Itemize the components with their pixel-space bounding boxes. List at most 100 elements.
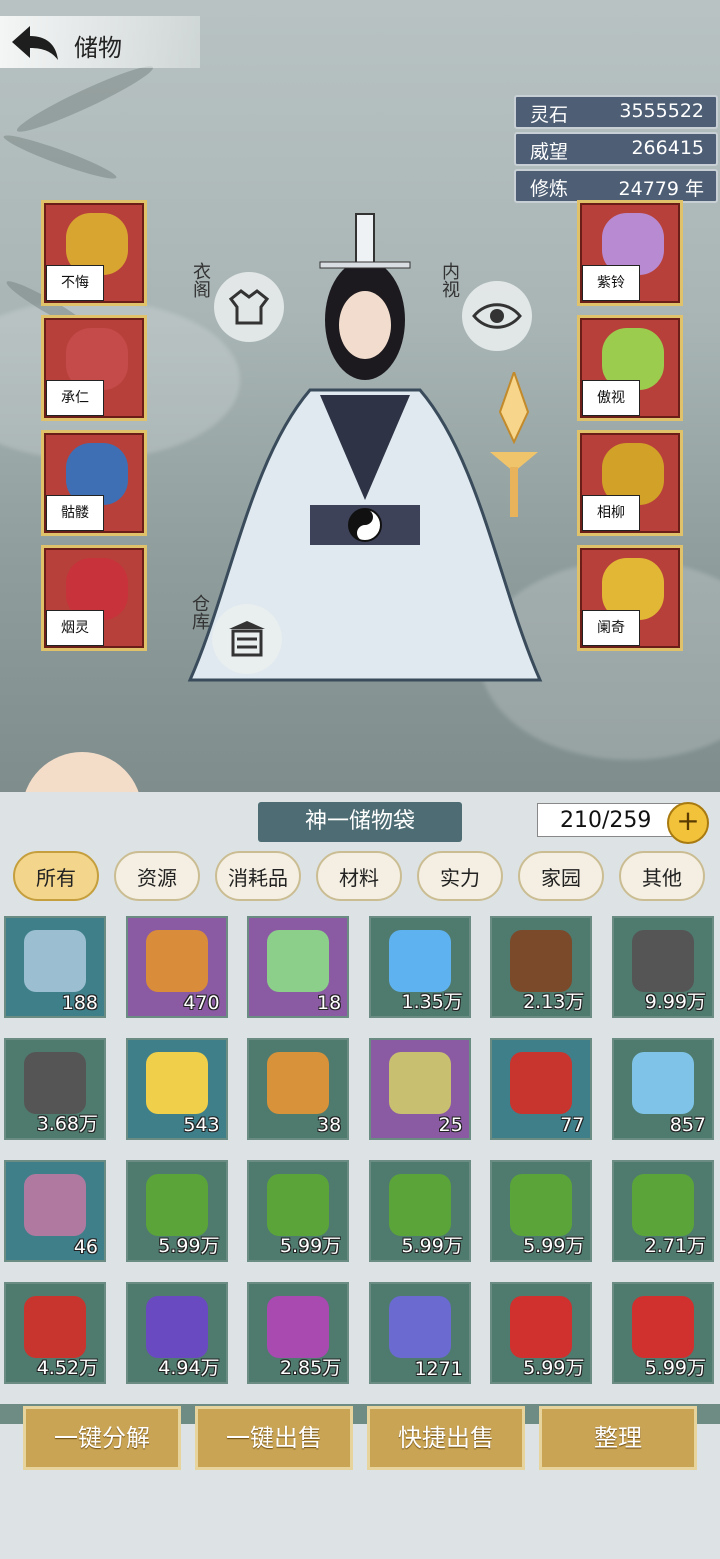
inventory-item[interactable]: 470 (125, 916, 228, 1018)
root-icon (510, 930, 573, 992)
insect-icon (388, 1052, 451, 1114)
inventory-item[interactable]: 3.68万 (4, 1038, 106, 1140)
item-count: 25 (438, 1114, 463, 1136)
item-count: 18 (317, 992, 342, 1014)
wardrobe-label: 衣阁 (190, 262, 211, 298)
inner-view-label: 内视 (439, 262, 460, 298)
wardrobe-button[interactable] (214, 272, 284, 342)
inventory-item[interactable]: 5.99万 (368, 1160, 471, 1262)
equip-slot-ring-2[interactable]: 相柳 (577, 430, 683, 536)
inventory-item[interactable]: 4.52万 (4, 1282, 106, 1384)
pink-flower-icon (267, 1296, 330, 1358)
herb-icon (510, 1174, 573, 1236)
item-count: 5.99万 (279, 1235, 342, 1257)
inventory-item[interactable]: 5.99万 (490, 1282, 593, 1384)
tab-other[interactable]: 其他 (619, 851, 705, 901)
equip-seal: 承仁 (46, 380, 104, 416)
quick-sell-button[interactable]: 快捷出售 (367, 1406, 525, 1470)
item-count: 188 (61, 992, 98, 1014)
equip-slot-amulet[interactable]: 阑奇 (577, 545, 683, 651)
ice-crystal-icon (632, 1052, 694, 1114)
bulk-sell-button[interactable]: 一键出售 (195, 1406, 353, 1470)
equip-slot-weapon[interactable]: 不悔 (41, 200, 147, 306)
inventory-item[interactable]: 2.85万 (247, 1282, 350, 1384)
star-orb-icon (145, 1052, 208, 1114)
purple-flower-icon (145, 1296, 208, 1358)
equip-slot-feet[interactable]: 烟灵 (41, 545, 147, 651)
equip-slot-head[interactable]: 承仁 (41, 315, 147, 421)
inventory-item[interactable]: 5.99万 (612, 1282, 714, 1384)
item-count: 5.99万 (523, 1357, 585, 1379)
inventory-item[interactable]: 5.99万 (125, 1160, 228, 1262)
expand-bag-button[interactable]: + (667, 802, 709, 844)
inventory-item[interactable]: 1271 (368, 1282, 471, 1384)
inner-view-button[interactable] (462, 281, 532, 351)
item-count: 4.52万 (36, 1357, 98, 1379)
inventory-item[interactable]: 4.94万 (125, 1282, 228, 1384)
grape-icon (388, 1296, 451, 1358)
inventory-item[interactable]: 5.99万 (490, 1160, 593, 1262)
herb-icon (388, 1174, 451, 1236)
equip-slot-pendant[interactable]: 傲视 (577, 315, 683, 421)
tab-resources[interactable]: 资源 (114, 851, 200, 901)
inventory-item[interactable]: 18 (247, 916, 350, 1018)
inventory-item[interactable]: 77 (490, 1038, 593, 1140)
item-count: 77 (560, 1114, 585, 1136)
item-count: 4.94万 (158, 1357, 220, 1379)
item-count: 5.99万 (158, 1235, 220, 1257)
red-gift-box-icon (510, 1052, 573, 1114)
tab-home[interactable]: 家园 (518, 851, 604, 901)
inventory-item[interactable]: 25 (368, 1038, 471, 1140)
item-count: 1271 (414, 1358, 463, 1380)
red-flower-icon (632, 1296, 694, 1358)
resource-value: 266415 (631, 137, 704, 159)
tab-materials[interactable]: 材料 (316, 851, 402, 901)
inventory-item[interactable]: 1.35万 (368, 916, 471, 1018)
robe-icon (229, 289, 269, 325)
blue-crystal-icon (388, 930, 451, 992)
herb-icon (632, 1174, 694, 1236)
ore-icon (24, 1052, 86, 1114)
equip-slot-ring[interactable]: 紫铃 (577, 200, 683, 306)
herb-icon (145, 1174, 208, 1236)
ore-icon (632, 930, 694, 992)
inventory-item[interactable]: 46 (4, 1160, 106, 1262)
warehouse-icon (229, 621, 265, 657)
inventory-item[interactable]: 188 (4, 916, 106, 1018)
inventory-item[interactable]: 9.99万 (612, 916, 714, 1018)
tab-all[interactable]: 所有 (13, 851, 99, 901)
warehouse-button[interactable] (212, 604, 282, 674)
inventory-item[interactable]: 543 (125, 1038, 228, 1140)
crystal-ball-icon (24, 1174, 86, 1236)
bulk-decompose-button[interactable]: 一键分解 (23, 1406, 181, 1470)
page-title: 储物 (74, 34, 122, 62)
item-count: 5.99万 (523, 1235, 585, 1257)
inventory-item[interactable]: 5.99万 (247, 1160, 350, 1262)
sort-button[interactable]: 整理 (539, 1406, 697, 1470)
resource-xiulian: 修炼 24779 年 (514, 169, 718, 203)
equip-seal: 烟灵 (46, 610, 104, 646)
item-count: 5.99万 (401, 1235, 463, 1257)
inventory-item[interactable]: 2.13万 (490, 916, 593, 1018)
spirit-sword-icon (490, 372, 538, 517)
bamboo-leaf (1, 129, 119, 185)
item-count: 1.35万 (401, 991, 463, 1013)
bag-capacity: 210/259 (537, 803, 687, 837)
warehouse-label: 仓库 (189, 594, 210, 630)
inventory-item[interactable]: 38 (247, 1038, 350, 1140)
back-button[interactable] (8, 22, 60, 62)
red-berry-icon (24, 1296, 86, 1358)
equip-slot-body[interactable]: 骷髅 (41, 430, 147, 536)
scroll-icon (145, 930, 208, 992)
tab-consumables[interactable]: 消耗品 (215, 851, 301, 901)
resource-lingshi: 灵石 3555522 (514, 95, 718, 129)
tab-power[interactable]: 实力 (417, 851, 503, 901)
inventory-item[interactable]: 2.71万 (612, 1160, 714, 1262)
item-count: 2.13万 (523, 991, 585, 1013)
item-count: 3.68万 (36, 1113, 98, 1135)
item-count: 46 (73, 1236, 98, 1258)
inventory-item[interactable]: 857 (612, 1038, 714, 1140)
plus-icon: + (676, 804, 700, 837)
equip-seal: 紫铃 (582, 265, 640, 301)
item-count: 2.71万 (644, 1235, 706, 1257)
